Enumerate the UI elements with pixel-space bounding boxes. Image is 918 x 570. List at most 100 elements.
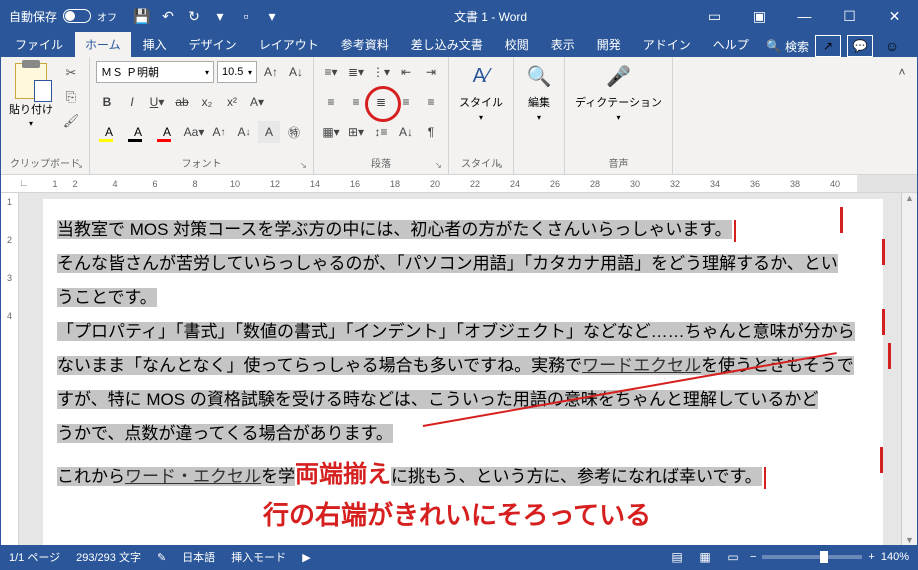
tab-mailings[interactable]: 差し込み文書 [401, 32, 493, 57]
dictation-button[interactable]: 🎤 ディクテーション▾ [575, 61, 662, 153]
dialog-launcher-icon[interactable]: ↘ [299, 160, 307, 171]
format-painter-button[interactable]: 🖌 [61, 111, 81, 131]
tab-references[interactable]: 参考資料 [331, 32, 399, 57]
autosave-toggle[interactable]: 自動保存 オフ [1, 8, 125, 25]
text-effects-button[interactable]: A▾ [246, 91, 268, 113]
zoom-level[interactable]: 140% [881, 551, 909, 563]
tab-insert[interactable]: 挿入 [133, 32, 177, 57]
strikethrough-button[interactable]: ab [171, 91, 193, 113]
annotation-right-edge: 行の右端がきれいにそろっている [263, 489, 651, 541]
vertical-ruler[interactable]: 1234 [1, 193, 19, 545]
tab-file[interactable]: ファイル [5, 32, 73, 57]
tab-help[interactable]: ヘルプ [703, 32, 759, 57]
shading-button[interactable]: ▦▾ [320, 121, 342, 143]
line-spacing-button[interactable]: ↕≡ [370, 121, 392, 143]
autosave-label: 自動保存 [9, 8, 57, 25]
paste-button[interactable]: 貼り付け ▾ [7, 61, 55, 153]
save-button[interactable]: 💾 [131, 5, 153, 27]
link-word-excel[interactable]: ワード・エクセル [125, 467, 261, 486]
numbering-button[interactable]: ≣▾ [345, 61, 367, 83]
italic-button[interactable]: I [121, 91, 143, 113]
scroll-up-icon[interactable]: ▲ [902, 193, 917, 203]
styles-button[interactable]: A⁄ スタイル▾ [459, 61, 503, 153]
font-name-select[interactable]: ＭＳ Ｐ明朝▾ [96, 61, 214, 83]
dialog-launcher-icon[interactable]: ↘ [495, 160, 503, 171]
tab-developer[interactable]: 開発 [587, 32, 631, 57]
shrink-font2-button[interactable]: A↓ [233, 121, 255, 143]
status-insert-mode[interactable]: 挿入モード [231, 549, 286, 565]
document-page[interactable]: 当教室で MOS 対策コースを学ぶ方の中には、初心者の方がたくさんいらっしゃいま… [43, 199, 883, 545]
tab-design[interactable]: デザイン [179, 32, 247, 57]
font-border-button[interactable]: A [125, 121, 151, 143]
help-face-button[interactable]: ☺ [879, 35, 905, 57]
qat-more[interactable]: ▾ [261, 5, 283, 27]
vertical-scrollbar[interactable]: ▲ ▼ [901, 193, 917, 545]
read-mode-button[interactable]: ▤ [666, 548, 688, 566]
zoom-slider[interactable] [762, 555, 862, 559]
minimize-button[interactable]: — [782, 1, 827, 31]
autosave-switch-icon[interactable] [63, 9, 91, 23]
print-layout-button[interactable]: ▦ [694, 548, 716, 566]
bullets-button[interactable]: ≡▾ [320, 61, 342, 83]
dialog-launcher-icon[interactable]: ↘ [434, 160, 442, 171]
maximize-button[interactable]: ☐ [827, 1, 872, 31]
increase-indent-button[interactable]: ⇥ [420, 61, 442, 83]
distributed-button[interactable]: ≡ [420, 91, 442, 113]
status-page[interactable]: 1/1 ページ [9, 549, 60, 565]
undo-button[interactable]: ↶ [157, 5, 179, 27]
borders-button[interactable]: ⊞▾ [345, 121, 367, 143]
share-button[interactable]: ↗ [815, 35, 841, 57]
status-macros-icon[interactable]: ▶ [302, 551, 310, 564]
tab-addins[interactable]: アドイン [633, 32, 701, 57]
align-center-button[interactable]: ≡ [345, 91, 367, 113]
status-bar: 1/1 ページ 293/293 文字 ✎ 日本語 挿入モード ▶ ▤ ▦ ▭ −… [1, 545, 917, 569]
change-case-button[interactable]: Aa▾ [183, 121, 205, 143]
enclose-char-button[interactable]: ㊕ [283, 121, 305, 143]
comments-button[interactable]: 💬 [847, 35, 873, 57]
account-button[interactable]: ▭ [692, 1, 737, 31]
status-language[interactable]: 日本語 [182, 549, 215, 565]
decrease-indent-button[interactable]: ⇤ [395, 61, 417, 83]
bold-button[interactable]: B [96, 91, 118, 113]
tab-review[interactable]: 校閲 [495, 32, 539, 57]
ribbon-display-button[interactable]: ▣ [737, 1, 782, 31]
close-button[interactable]: ✕ [872, 1, 917, 31]
web-layout-button[interactable]: ▭ [722, 548, 744, 566]
tab-layout[interactable]: レイアウト [249, 32, 329, 57]
show-marks-button[interactable]: ¶ [420, 121, 442, 143]
tab-home[interactable]: ホーム [75, 32, 131, 57]
copy-button[interactable]: ⎘ [61, 87, 81, 107]
grow-font-button[interactable]: A↑ [260, 61, 282, 83]
zoom-in-button[interactable]: + [868, 551, 874, 563]
qat-button[interactable]: ▫ [235, 5, 257, 27]
link-word-excel[interactable]: ワードエクセル [582, 356, 701, 375]
qat-button[interactable]: ▾ [209, 5, 231, 27]
status-proofing-icon[interactable]: ✎ [157, 551, 166, 564]
zoom-out-button[interactable]: − [750, 551, 756, 563]
scroll-down-icon[interactable]: ▼ [902, 535, 917, 545]
align-right-button[interactable]: ≡ [395, 91, 417, 113]
grow-font2-button[interactable]: A↑ [208, 121, 230, 143]
search-box[interactable]: 🔍 検索 [766, 38, 809, 55]
status-word-count[interactable]: 293/293 文字 [76, 549, 141, 565]
justify-button[interactable]: ≣ [370, 91, 392, 113]
cut-button[interactable]: ✂ [61, 63, 81, 83]
horizontal-ruler[interactable]: ∟ 12468101214161820222426283032343638404… [1, 175, 917, 193]
font-color-button[interactable]: A [154, 121, 180, 143]
redo-button[interactable]: ↻ [183, 5, 205, 27]
clear-formatting-button[interactable]: A [258, 121, 280, 143]
tab-view[interactable]: 表示 [541, 32, 585, 57]
superscript-button[interactable]: x² [221, 91, 243, 113]
editing-button[interactable]: 🔍 編集▾ [524, 61, 554, 157]
collapse-ribbon-button[interactable]: ˄ [891, 61, 913, 83]
dialog-launcher-icon[interactable]: ↘ [75, 160, 83, 171]
sort-button[interactable]: A↓ [395, 121, 417, 143]
underline-button[interactable]: U▾ [146, 91, 168, 113]
highlight-color-button[interactable]: A [96, 121, 122, 143]
font-size-select[interactable]: 10.5▾ [217, 61, 257, 83]
multilevel-list-button[interactable]: ⋮▾ [370, 61, 392, 83]
shrink-font-button[interactable]: A↓ [285, 61, 307, 83]
align-left-button[interactable]: ≡ [320, 91, 342, 113]
group-styles: A⁄ スタイル▾ スタイル↘ [449, 57, 514, 174]
subscript-button[interactable]: x₂ [196, 91, 218, 113]
